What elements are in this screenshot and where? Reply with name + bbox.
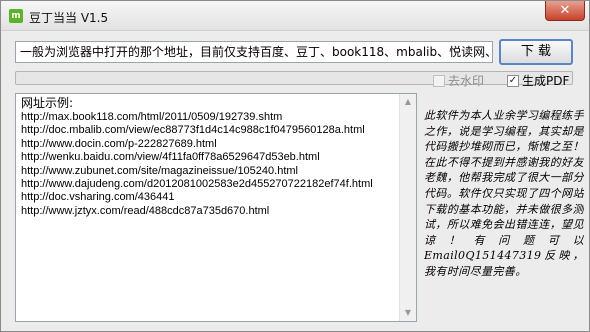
app-window: m 豆丁当当 V1.5 ✕ 一般为浏览器中打开的那个地址，目前仅支持百度、豆丁、… bbox=[0, 0, 590, 332]
app-icon: m bbox=[9, 9, 23, 23]
window-title: 豆丁当当 V1.5 bbox=[29, 11, 109, 25]
title-bar[interactable]: m 豆丁当当 V1.5 ✕ bbox=[1, 1, 589, 31]
about-description: 此软件为本人业余学习编程练手之作，说是学习编程，其实却是代码搬抄堆砌而已，惭愧之… bbox=[424, 109, 584, 278]
generate-pdf-option[interactable]: ✓ 生成PDF bbox=[507, 72, 569, 88]
scroll-up-icon[interactable]: ▲ bbox=[400, 94, 416, 110]
url-input[interactable]: 一般为浏览器中打开的那个地址，目前仅支持百度、豆丁、book118、mbalib… bbox=[15, 41, 493, 63]
generate-pdf-label[interactable]: 生成PDF bbox=[522, 72, 569, 89]
examples-content: 网址示例: http://max.book118.com/html/2011/0… bbox=[21, 96, 398, 319]
close-button[interactable]: ✕ bbox=[545, 1, 585, 21]
examples-textarea[interactable]: 网址示例: http://max.book118.com/html/2011/0… bbox=[15, 93, 417, 322]
vertical-scrollbar[interactable]: ▲ ▼ bbox=[399, 94, 416, 321]
example-url: http://www.jztyx.com/read/488cdc87a735d6… bbox=[21, 204, 270, 217]
remove-watermark-label: 去水印 bbox=[448, 74, 485, 88]
example-url: http://www.dajudeng.com/d2012081002583e2… bbox=[21, 178, 373, 191]
example-url: http://doc.vsharing.com/436441 bbox=[21, 191, 175, 204]
example-url: http://max.book118.com/html/2011/0509/19… bbox=[21, 111, 283, 123]
example-url: http://www.zubunet.com/site/magazineissu… bbox=[21, 164, 298, 177]
example-url: http://wenku.baidu.com/view/4f11fa0ff78a… bbox=[21, 151, 320, 164]
example-url: http://www.docin.com/p-222827689.html bbox=[21, 137, 217, 150]
download-button[interactable]: 下 载 bbox=[499, 39, 573, 65]
remove-watermark-option: 去水印 bbox=[433, 72, 484, 88]
example-url: http://doc.mbalib.com/view/ec88773f1d4c1… bbox=[21, 124, 365, 137]
progress-bar bbox=[15, 71, 573, 85]
generate-pdf-checkbox[interactable]: ✓ bbox=[507, 74, 519, 87]
remove-watermark-checkbox bbox=[433, 74, 445, 87]
examples-heading: 网址示例: bbox=[21, 96, 74, 110]
scroll-down-icon[interactable]: ▼ bbox=[400, 305, 416, 321]
